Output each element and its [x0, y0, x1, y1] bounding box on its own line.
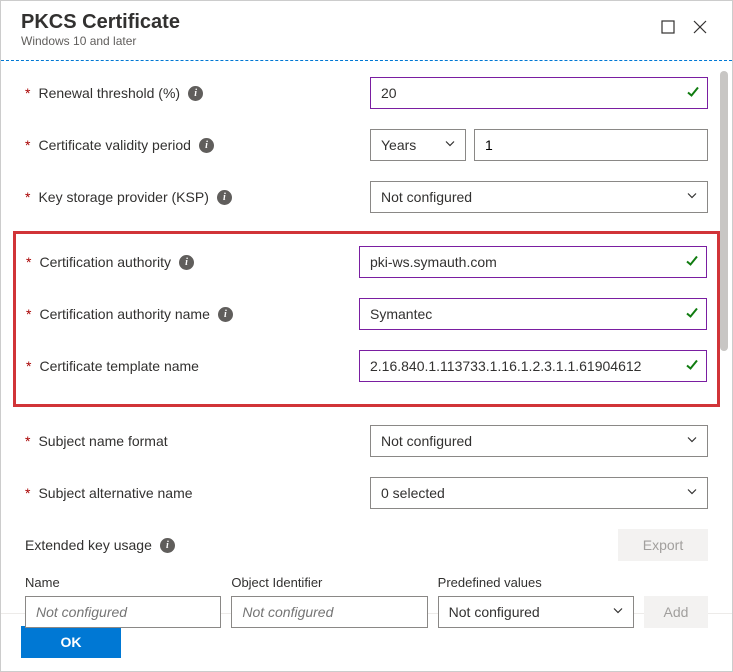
required-icon: * [25, 137, 30, 153]
chevron-down-icon [686, 434, 698, 449]
label-text: Certification authority name [39, 306, 209, 322]
input-eku-name[interactable] [25, 596, 221, 628]
chevron-down-icon [612, 605, 624, 620]
info-icon[interactable]: i [188, 86, 203, 101]
label-ca: * Certification authority i [26, 254, 359, 270]
input-ca-name-wrap [359, 298, 707, 330]
select-san[interactable]: 0 selected [370, 477, 708, 509]
input-renewal-wrap [370, 77, 708, 109]
info-icon[interactable]: i [179, 255, 194, 270]
label-ksp: * Key storage provider (KSP) i [25, 189, 370, 205]
label-subject-format: * Subject name format [25, 433, 370, 449]
ok-button[interactable]: OK [21, 626, 121, 658]
panel-header: PKCS Certificate Windows 10 and later [1, 1, 732, 54]
label-ca-name: * Certification authority name i [26, 306, 359, 322]
label-text: Extended key usage [25, 537, 152, 553]
label-text: Certificate validity period [38, 137, 191, 153]
add-button[interactable]: Add [644, 596, 708, 628]
row-validity: * Certificate validity period i Years [25, 129, 708, 161]
input-ca-name[interactable] [359, 298, 707, 330]
label-text: Subject name format [38, 433, 167, 449]
close-button[interactable] [684, 11, 716, 43]
info-icon[interactable]: i [217, 190, 232, 205]
row-ca: * Certification authority i [26, 246, 707, 278]
title-block: PKCS Certificate Windows 10 and later [21, 11, 180, 48]
input-template-wrap [359, 350, 707, 382]
checkmark-icon [685, 254, 699, 271]
column-header: Name [25, 575, 221, 590]
label-validity: * Certificate validity period i [25, 137, 370, 153]
chevron-down-icon [444, 138, 456, 153]
required-icon: * [25, 189, 30, 205]
input-validity-wrap [474, 129, 708, 161]
label-san: * Subject alternative name [25, 485, 370, 501]
input-eku-oid[interactable] [231, 596, 427, 628]
eku-col-oid: Object Identifier [231, 575, 427, 628]
checkmark-icon [686, 85, 700, 102]
label-renewal: * Renewal threshold (%) i [25, 85, 370, 101]
panel-title: PKCS Certificate [21, 11, 180, 34]
window-buttons [652, 11, 716, 43]
eku-header: Extended key usage i Export [25, 529, 708, 561]
select-eku-predef[interactable]: Not configured [438, 596, 634, 628]
select-ksp[interactable]: Not configured [370, 181, 708, 213]
required-icon: * [26, 358, 31, 374]
label-eku: Extended key usage i [25, 537, 370, 553]
required-icon: * [25, 433, 30, 449]
maximize-button[interactable] [652, 11, 684, 43]
label-text: Subject alternative name [38, 485, 192, 501]
eku-col-predef: Predefined values Not configured [438, 575, 634, 628]
input-ca-wrap [359, 246, 707, 278]
select-value: Not configured [370, 181, 708, 213]
panel-subtitle: Windows 10 and later [21, 34, 180, 48]
row-subject-format: * Subject name format Not configured [25, 425, 708, 457]
required-icon: * [26, 254, 31, 270]
column-header: Object Identifier [231, 575, 427, 590]
select-value: Not configured [438, 596, 634, 628]
checkmark-icon [685, 358, 699, 375]
row-san: * Subject alternative name 0 selected [25, 477, 708, 509]
row-ksp: * Key storage provider (KSP) i Not confi… [25, 181, 708, 213]
input-validity-value[interactable] [474, 129, 708, 161]
label-text: Renewal threshold (%) [38, 85, 180, 101]
label-template: * Certificate template name [26, 358, 359, 374]
chevron-down-icon [686, 190, 698, 205]
label-text: Certificate template name [39, 358, 199, 374]
label-text: Certification authority [39, 254, 171, 270]
info-icon[interactable]: i [160, 538, 175, 553]
input-ca[interactable] [359, 246, 707, 278]
required-icon: * [25, 485, 30, 501]
label-text: Key storage provider (KSP) [38, 189, 208, 205]
select-value: 0 selected [370, 477, 708, 509]
required-icon: * [26, 306, 31, 322]
required-icon: * [25, 85, 30, 101]
row-ca-name: * Certification authority name i [26, 298, 707, 330]
checkmark-icon [685, 306, 699, 323]
info-icon[interactable]: i [218, 307, 233, 322]
input-renewal[interactable] [370, 77, 708, 109]
chevron-down-icon [686, 486, 698, 501]
eku-columns: Name Object Identifier Predefined values… [25, 575, 708, 628]
scrollbar-thumb[interactable] [720, 71, 728, 351]
input-template[interactable] [359, 350, 707, 382]
info-icon[interactable]: i [199, 138, 214, 153]
column-header: Predefined values [438, 575, 634, 590]
highlighted-group: * Certification authority i * Certificat… [13, 231, 720, 407]
select-value: Not configured [370, 425, 708, 457]
export-button[interactable]: Export [618, 529, 708, 561]
row-template: * Certificate template name [26, 350, 707, 382]
select-subject-format[interactable]: Not configured [370, 425, 708, 457]
row-renewal: * Renewal threshold (%) i [25, 77, 708, 109]
form-scrollpane: * Renewal threshold (%) i * Certificate … [1, 61, 732, 613]
select-validity-unit[interactable]: Years [370, 129, 466, 161]
eku-col-name: Name [25, 575, 221, 628]
